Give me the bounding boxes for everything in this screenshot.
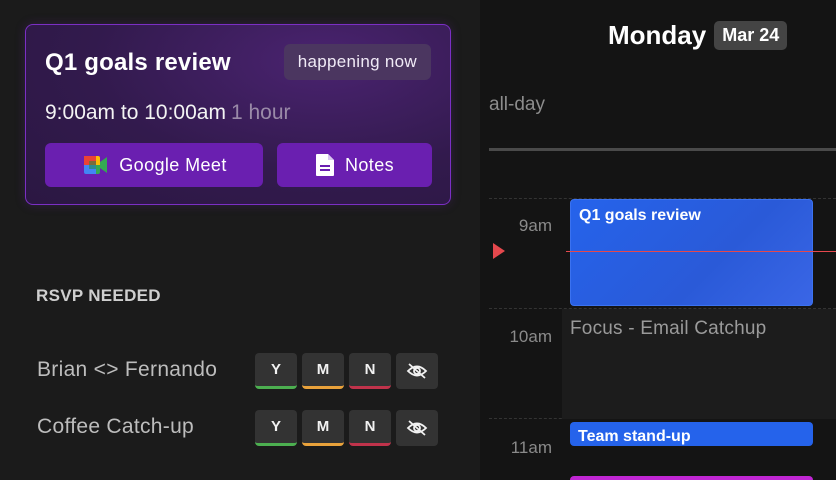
rsvp-no-button[interactable]: N: [349, 353, 391, 389]
eye-off-icon: [406, 362, 428, 380]
hour-label: 10am: [509, 327, 552, 346]
rsvp-no-button[interactable]: N: [349, 410, 391, 446]
current-time-marker-icon: [493, 243, 505, 259]
notes-document-icon: [315, 153, 335, 177]
google-meet-icon: [81, 154, 109, 176]
event-time-range: 9:00am to 10:00am: [45, 101, 226, 124]
current-event-title: Q1 goals review: [45, 49, 231, 76]
current-time-line: [566, 251, 836, 252]
current-event-card[interactable]: Q1 goals review happening now 9:00am to …: [25, 24, 451, 205]
date-badge: Mar 24: [714, 21, 788, 50]
rsvp-event-name: Coffee Catch-up: [37, 415, 195, 438]
rsvp-needed-heading: RSVP NEEDED: [36, 286, 161, 305]
event-duration: 1 hour: [230, 101, 291, 124]
rsvp-hide-button[interactable]: [396, 410, 438, 446]
rsvp-hide-button[interactable]: [396, 353, 438, 389]
notes-label: Notes: [344, 154, 395, 175]
rsvp-maybe-button[interactable]: M: [302, 353, 344, 389]
calendar-event-title: Team stand-up: [578, 428, 691, 445]
rsvp-row: Brian <> Fernando Y M N: [37, 353, 447, 389]
google-meet-label: Google Meet: [119, 154, 227, 175]
calendar-event-focus[interactable]: Focus - Email Catchup: [562, 309, 836, 419]
hour-label: 11am: [510, 438, 552, 457]
all-day-label: all-day: [489, 94, 545, 115]
day-name: Monday: [608, 20, 707, 50]
rsvp-yes-button[interactable]: Y: [255, 353, 297, 389]
left-panel: Q1 goals review happening now 9:00am to …: [0, 0, 480, 480]
rsvp-yes-button[interactable]: Y: [255, 410, 297, 446]
calendar-event-team-standup[interactable]: Team stand-up: [570, 422, 813, 446]
hour-label: 9am: [518, 216, 552, 235]
day-calendar: Monday Mar 24 all-day 9am 10am 11am Focu…: [480, 0, 836, 480]
calendar-event-title: Focus - Email Catchup: [570, 318, 767, 339]
google-meet-button[interactable]: Google Meet: [45, 143, 263, 187]
all-day-divider: [489, 148, 836, 151]
eye-off-icon: [406, 419, 428, 437]
calendar-event-next[interactable]: [570, 476, 813, 480]
rsvp-event-name: Brian <> Fernando: [37, 358, 218, 381]
current-event-time: 9:00am to 10:00am 1 hour: [45, 101, 291, 125]
rsvp-maybe-button[interactable]: M: [302, 410, 344, 446]
calendar-event-q1-goals-review[interactable]: Q1 goals review: [570, 199, 813, 306]
happening-now-badge: happening now: [283, 44, 431, 80]
notes-button[interactable]: Notes: [277, 143, 432, 187]
calendar-event-title: Q1 goals review: [579, 207, 701, 224]
day-header: Monday Mar 24: [608, 20, 788, 51]
rsvp-row: Coffee Catch-up Y M N: [37, 410, 447, 446]
